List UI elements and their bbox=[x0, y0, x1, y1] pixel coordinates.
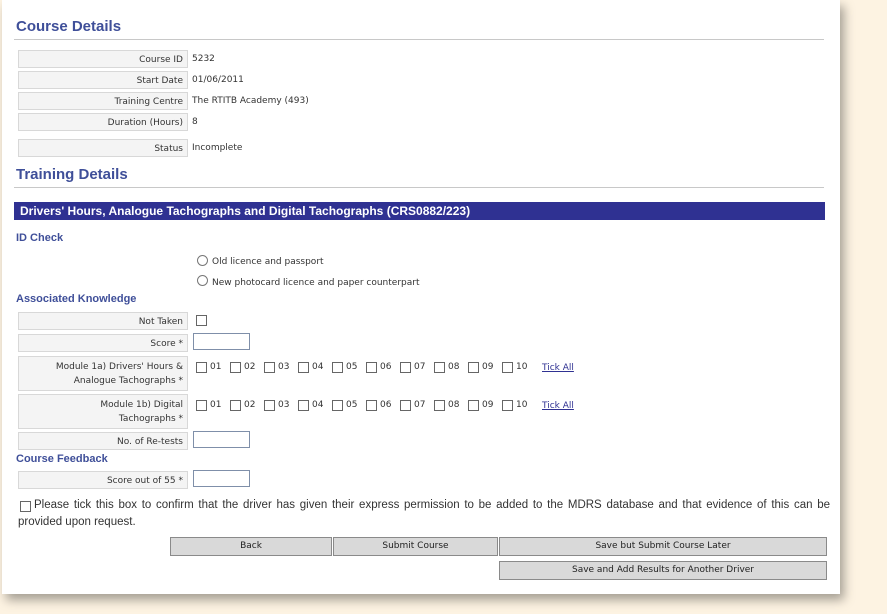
consent-text: Please tick this box to confirm that the… bbox=[18, 499, 830, 528]
start-date-value: 01/06/2011 bbox=[192, 75, 244, 85]
back-button[interactable]: Back bbox=[170, 537, 332, 556]
module-1b-06-label: 06 bbox=[380, 400, 392, 410]
retests-label: No. of Re-tests bbox=[18, 432, 188, 450]
module-1a-02-label: 02 bbox=[244, 362, 256, 372]
course-id-label: Course ID bbox=[18, 50, 188, 68]
id-check-heading: ID Check bbox=[16, 232, 64, 244]
module-1b-label-line2: Tachographs * bbox=[118, 414, 183, 424]
feedback-score-label: Score out of 55 * bbox=[18, 471, 188, 489]
module-1b-02-label: 02 bbox=[244, 400, 256, 410]
module-1b-03-checkbox[interactable] bbox=[264, 400, 275, 411]
score-label: Score * bbox=[18, 334, 188, 352]
module-1b-label: Module 1b) Digital Tachographs * bbox=[18, 394, 188, 429]
radio-new-licence[interactable] bbox=[197, 275, 208, 286]
module-1b-09-checkbox[interactable] bbox=[468, 400, 479, 411]
module-1a-03-checkbox[interactable] bbox=[264, 362, 275, 373]
course-details-heading: Course Details bbox=[16, 18, 122, 35]
module-1a-02-checkbox[interactable] bbox=[230, 362, 241, 373]
module-1a-08-label: 08 bbox=[448, 362, 460, 372]
status-label: Status bbox=[18, 139, 188, 157]
radio-old-licence[interactable] bbox=[197, 255, 208, 266]
module-1b-01-checkbox[interactable] bbox=[196, 400, 207, 411]
module-1b-04-checkbox[interactable] bbox=[298, 400, 309, 411]
training-details-heading: Training Details bbox=[16, 166, 128, 183]
save-add-another-driver-button[interactable]: Save and Add Results for Another Driver bbox=[499, 561, 827, 580]
module-1a-03-label: 03 bbox=[278, 362, 290, 372]
old-licence-label: Old licence and passport bbox=[212, 257, 324, 267]
module-1a-10-label: 10 bbox=[516, 362, 528, 372]
module-1b-07-checkbox[interactable] bbox=[400, 400, 411, 411]
module-1a-05-checkbox[interactable] bbox=[332, 362, 343, 373]
retests-input[interactable] bbox=[193, 431, 250, 448]
start-date-label: Start Date bbox=[18, 71, 188, 89]
module-1a-04-label: 04 bbox=[312, 362, 324, 372]
module-1b-08-checkbox[interactable] bbox=[434, 400, 445, 411]
module-1a-label-line2: Analogue Tachographs * bbox=[73, 376, 183, 386]
module-1b-04-label: 04 bbox=[312, 400, 324, 410]
module-1b-label-line1: Module 1b) Digital bbox=[100, 400, 183, 410]
module-1a-01-checkbox[interactable] bbox=[196, 362, 207, 373]
module-1a-04-checkbox[interactable] bbox=[298, 362, 309, 373]
course-module-bar: Drivers' Hours, Analogue Tachographs and… bbox=[14, 202, 825, 220]
module-1a-09-label: 09 bbox=[482, 362, 494, 372]
module-1a-05-label: 05 bbox=[346, 362, 358, 372]
training-centre-label: Training Centre bbox=[18, 92, 188, 110]
module-1b-10-label: 10 bbox=[516, 400, 528, 410]
module-1b-03-label: 03 bbox=[278, 400, 290, 410]
submit-course-button[interactable]: Submit Course bbox=[333, 537, 498, 556]
module-1b-02-checkbox[interactable] bbox=[230, 400, 241, 411]
module-1a-06-checkbox[interactable] bbox=[366, 362, 377, 373]
not-taken-checkbox[interactable] bbox=[196, 315, 207, 326]
associated-knowledge-heading: Associated Knowledge bbox=[16, 293, 137, 305]
save-submit-later-button[interactable]: Save but Submit Course Later bbox=[499, 537, 827, 556]
module-1b-07-label: 07 bbox=[414, 400, 426, 410]
module-1b-01-label: 01 bbox=[210, 400, 222, 410]
module-1a-08-checkbox[interactable] bbox=[434, 362, 445, 373]
module-1b-05-label: 05 bbox=[346, 400, 358, 410]
feedback-score-input[interactable] bbox=[193, 470, 250, 487]
training-centre-value: The RTITB Academy (493) bbox=[192, 96, 309, 106]
duration-label: Duration (Hours) bbox=[18, 113, 188, 131]
module-1a-label-line1: Module 1a) Drivers' Hours & bbox=[55, 362, 183, 372]
not-taken-label: Not Taken bbox=[18, 312, 188, 330]
module-1b-10-checkbox[interactable] bbox=[502, 400, 513, 411]
module-1a-label: Module 1a) Drivers' Hours & Analogue Tac… bbox=[18, 356, 188, 391]
module-1a-10-checkbox[interactable] bbox=[502, 362, 513, 373]
module-1b-05-checkbox[interactable] bbox=[332, 400, 343, 411]
module-1b-09-label: 09 bbox=[482, 400, 494, 410]
new-licence-label: New photocard licence and paper counterp… bbox=[212, 278, 420, 288]
module-1b-tick-all-link[interactable]: Tick All bbox=[542, 401, 574, 411]
divider bbox=[14, 39, 824, 40]
status-value: Incomplete bbox=[192, 143, 243, 153]
module-1a-09-checkbox[interactable] bbox=[468, 362, 479, 373]
divider bbox=[14, 187, 824, 188]
duration-value: 8 bbox=[192, 117, 198, 127]
course-feedback-heading: Course Feedback bbox=[16, 453, 108, 465]
module-1a-tick-all-link[interactable]: Tick All bbox=[542, 363, 574, 373]
module-1b-08-label: 08 bbox=[448, 400, 460, 410]
module-1a-07-label: 07 bbox=[414, 362, 426, 372]
module-1a-06-label: 06 bbox=[380, 362, 392, 372]
module-1b-06-checkbox[interactable] bbox=[366, 400, 377, 411]
module-1a-07-checkbox[interactable] bbox=[400, 362, 411, 373]
score-input[interactable] bbox=[193, 333, 250, 350]
module-1a-01-label: 01 bbox=[210, 362, 222, 372]
course-id-value: 5232 bbox=[192, 54, 215, 64]
